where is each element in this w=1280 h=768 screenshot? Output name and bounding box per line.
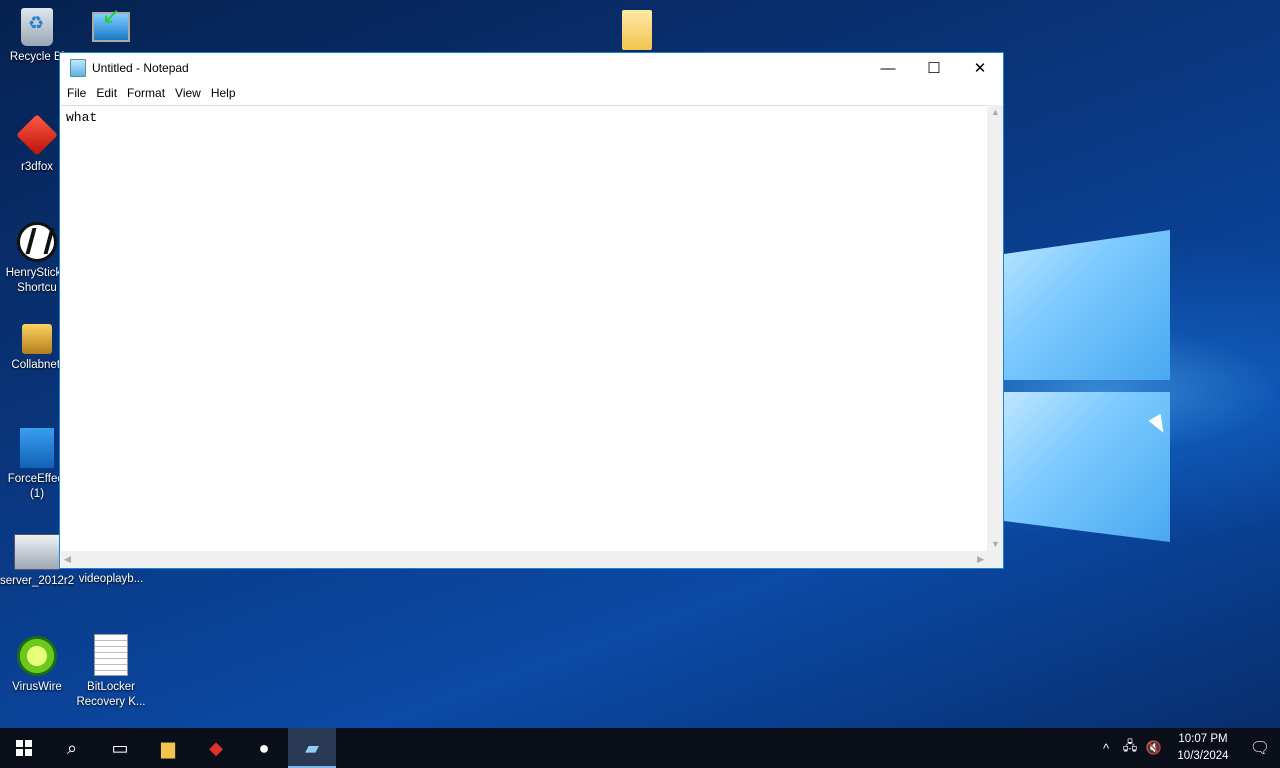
task-view-icon: ▭ xyxy=(111,737,129,758)
r3dfox-icon: ◆ xyxy=(209,737,223,758)
task-view-button[interactable]: ▭ xyxy=(96,728,144,768)
recycle-bin-icon xyxy=(21,8,53,46)
viruswire-icon xyxy=(17,636,57,676)
text-editor[interactable]: what xyxy=(61,105,987,551)
computer-icon xyxy=(92,8,130,42)
menu-view[interactable]: View xyxy=(170,86,206,100)
search-icon: ⌕ xyxy=(66,737,78,758)
clock-date: 10/3/2024 xyxy=(1177,750,1229,762)
resize-grip[interactable] xyxy=(987,551,1003,568)
desktop-icon-label: server_2012r2 xyxy=(0,575,75,587)
notepad-icon: ▰ xyxy=(305,737,319,758)
menu-bar: File Edit Format View Help xyxy=(60,83,1003,103)
henry-shortcut-icon xyxy=(17,222,57,262)
window-title: Untitled - Notepad xyxy=(92,61,189,75)
forceeffect-icon xyxy=(20,428,54,468)
notepad-window[interactable]: Untitled - Notepad — ☐ ✕ File Edit Forma… xyxy=(59,52,1004,569)
henry-icon: ● xyxy=(258,737,270,758)
clock-time: 10:07 PM xyxy=(1178,733,1228,745)
desktop-icon-label: VirusWire xyxy=(12,681,62,693)
scroll-up-icon[interactable]: ▲ xyxy=(991,107,1000,117)
system-tray: ^ 🖧 🔇 10:07 PM 10/3/2024 🗨 xyxy=(1094,728,1280,768)
wallpaper-pane-bottom xyxy=(1004,392,1170,542)
text-document-icon xyxy=(94,634,128,676)
taskbar: ⌕ ▭ ▆ ◆ ● ▰ ^ 🖧 🔇 10:07 PM 10/3/2024 🗨 xyxy=(0,728,1280,768)
start-button[interactable] xyxy=(0,728,48,768)
taskbar-henry[interactable]: ● xyxy=(240,728,288,768)
menu-help[interactable]: Help xyxy=(206,86,241,100)
file-explorer-icon: ▆ xyxy=(161,737,175,758)
notepad-icon xyxy=(70,59,86,77)
menu-file[interactable]: File xyxy=(62,86,91,100)
minimize-button[interactable]: — xyxy=(865,53,911,83)
taskbar-notepad[interactable]: ▰ xyxy=(288,728,336,768)
close-button[interactable]: ✕ xyxy=(957,53,1003,83)
search-button[interactable]: ⌕ xyxy=(48,728,96,768)
folder-icon xyxy=(622,10,652,50)
title-bar[interactable]: Untitled - Notepad — ☐ ✕ xyxy=(60,53,1003,83)
horizontal-scrollbar[interactable]: ◀ ▶ xyxy=(61,551,987,568)
menu-format[interactable]: Format xyxy=(122,86,170,100)
windows-start-icon xyxy=(16,740,32,756)
volume-muted-icon[interactable]: 🔇 xyxy=(1142,740,1166,756)
desktop-icon-label: ForceEffect (1) xyxy=(7,473,67,500)
desktop-icon-label: Collabnetl xyxy=(11,359,63,371)
scroll-down-icon[interactable]: ▼ xyxy=(991,539,1000,549)
wallpaper-pane-top xyxy=(1004,230,1170,380)
server-icon xyxy=(14,534,60,570)
network-icon[interactable]: 🖧 xyxy=(1118,737,1142,759)
collabnet-icon xyxy=(22,324,52,354)
windows-logo-wallpaper xyxy=(1004,230,1174,550)
vertical-scrollbar[interactable]: ▲ ▼ xyxy=(987,105,1003,551)
desktop-icon-label: r3dfox xyxy=(21,161,53,173)
desktop-icon-label: Recycle Bi xyxy=(9,51,65,63)
clock[interactable]: 10:07 PM 10/3/2024 xyxy=(1172,731,1234,765)
scroll-left-icon[interactable]: ◀ xyxy=(64,554,71,565)
desktop-icon-computer[interactable] xyxy=(74,8,148,46)
taskbar-r3dfox[interactable]: ◆ xyxy=(192,728,240,768)
desktop-icon-label: BitLocker Recovery K... xyxy=(76,681,146,708)
desktop-icon-folder[interactable] xyxy=(600,10,674,54)
notification-center-icon[interactable]: 🗨 xyxy=(1240,738,1280,758)
maximize-button[interactable]: ☐ xyxy=(911,53,957,83)
menu-edit[interactable]: Edit xyxy=(91,86,122,100)
scroll-right-icon[interactable]: ▶ xyxy=(977,554,984,565)
taskbar-file-explorer[interactable]: ▆ xyxy=(144,728,192,768)
editor-content[interactable]: what xyxy=(61,106,987,129)
desktop-icon-viruswire[interactable]: VirusWire xyxy=(0,636,74,695)
r3dfox-icon xyxy=(16,114,58,156)
show-hidden-icons-chevron-icon[interactable]: ^ xyxy=(1094,741,1118,756)
desktop-icon-bitlocker[interactable]: BitLocker Recovery K... xyxy=(74,634,148,710)
desktop-icon-label: videoplayb... xyxy=(78,573,144,585)
